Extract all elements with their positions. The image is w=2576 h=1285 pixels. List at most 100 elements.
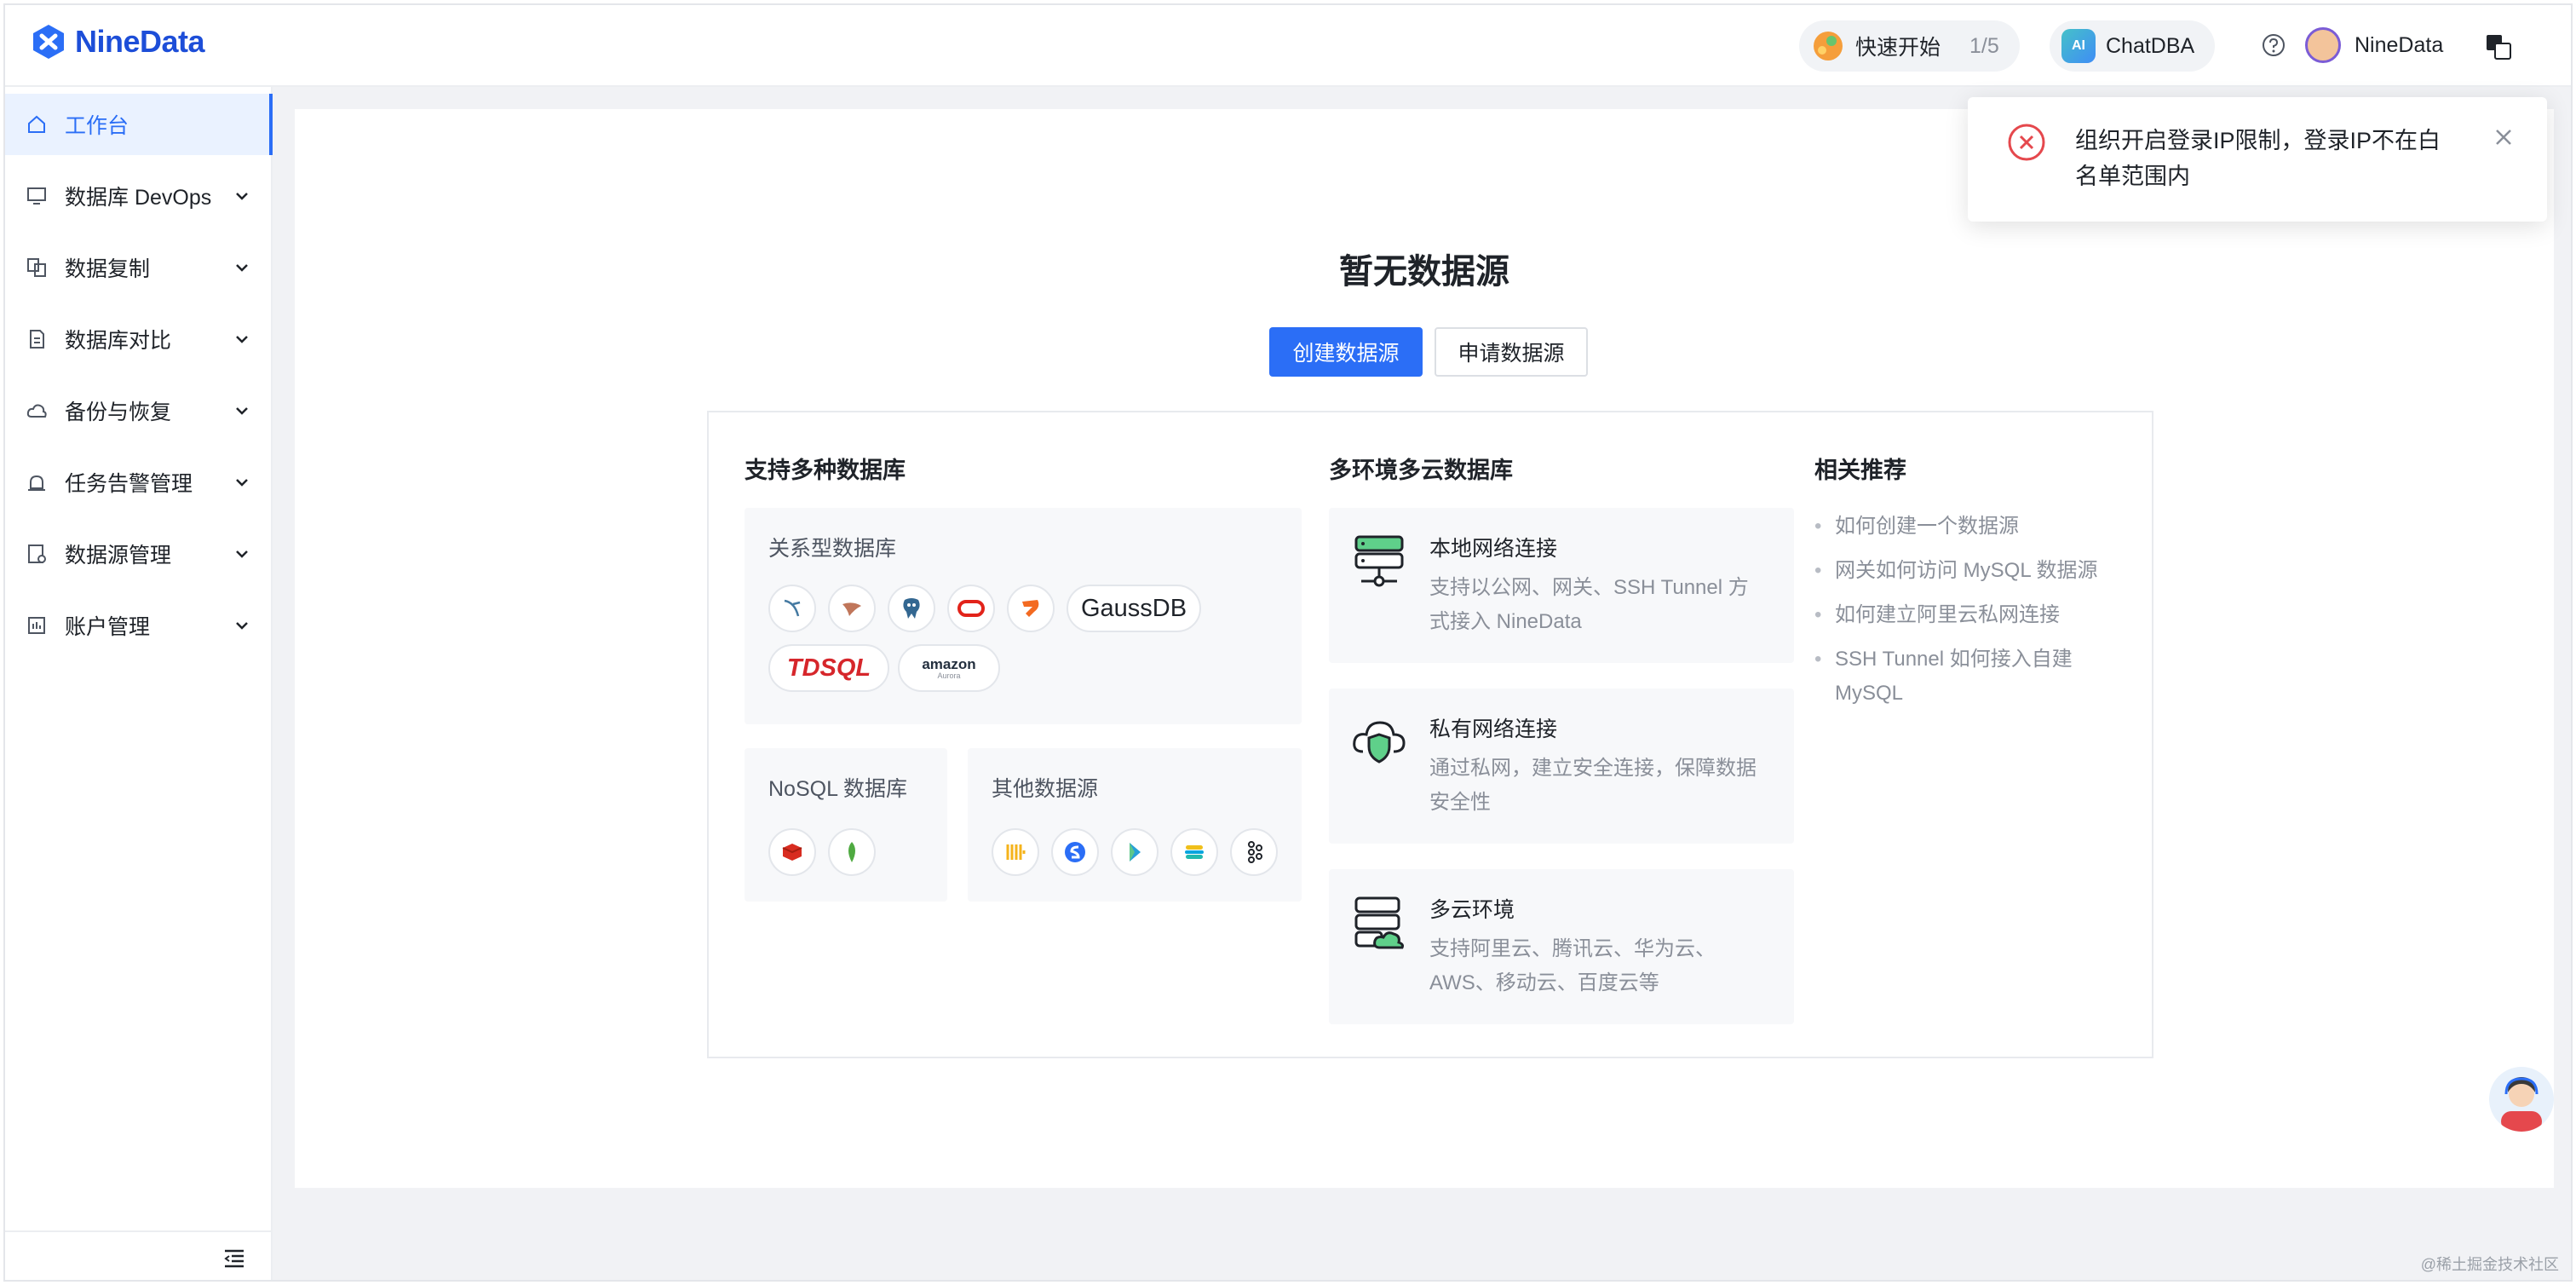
feature-title: 本地网络连接 (1429, 537, 1558, 561)
feature-desc-line: 支持阿里云、腾讯云、华为云、 (1429, 937, 1716, 960)
selectdb-icon[interactable] (1051, 828, 1099, 876)
feature-multi-cloud: 多云环境 支持阿里云、腾讯云、华为云、 AWS、移动云、百度云等 (1329, 869, 1794, 1024)
tdsql-badge[interactable]: TDSQL (768, 644, 889, 692)
main-content: 暂无数据源 创建数据源 申请数据源 支持多种数据库 关系型数据库 GaussDB… (295, 109, 2554, 1188)
help-icon[interactable] (2261, 32, 2286, 58)
sidebar-item-label: 数据库 DevOps (65, 186, 212, 210)
recommend-link[interactable]: SSH Tunnel 如何接入自建 MySQL (1814, 642, 2073, 711)
chevron-down-icon (236, 264, 248, 272)
mongodb-icon[interactable] (828, 828, 876, 876)
recommend-title: 相关推荐 (1814, 458, 1906, 483)
recommend-link[interactable]: 如何创建一个数据源 (1814, 510, 2019, 544)
sidebar: 工作台 数据库 DevOps 数据复制 数据库对比 备份与恢复 任务告警管理 数… (5, 87, 273, 1280)
feature-local-network: 本地网络连接 支持以公网、网关、SSH Tunnel 方 式接入 NineDat… (1329, 508, 1794, 663)
monitor-icon (27, 187, 46, 205)
recommend-link-line: 如何建立阿里云私网连接 (1835, 603, 2060, 626)
sidebar-item-label: 任务告警管理 (65, 472, 193, 496)
sidebar-item-devops[interactable]: 数据库 DevOps (5, 165, 273, 227)
sidebar-item-workbench[interactable]: 工作台 (5, 94, 273, 155)
mysql-icon[interactable] (768, 585, 816, 632)
gaussdb-badge[interactable]: GaussDB (1067, 585, 1201, 632)
feature-title: 多云环境 (1429, 898, 1515, 922)
mariadb-icon[interactable] (828, 585, 876, 632)
watermark: @稀土掘金技术社区 (2420, 1256, 2559, 1273)
app-window: NineData 快速开始 1/5 AI ChatDBA NineData 工作… (3, 3, 2573, 1282)
user-name: NineData (2355, 32, 2444, 57)
elasticsearch-icon[interactable] (1170, 828, 1218, 876)
apply-datasource-button[interactable]: 申请数据源 (1435, 327, 1588, 377)
relational-db-label: 关系型数据库 (768, 537, 897, 561)
recommend-link-line: 网关如何访问 MySQL 数据源 (1835, 559, 2098, 582)
empty-state-title: 暂无数据源 (1339, 253, 1509, 291)
kafka-icon[interactable] (1230, 828, 1278, 876)
account-icon (28, 617, 45, 634)
sidebar-item-datasource[interactable]: 数据源管理 (5, 523, 273, 585)
clickhouse-icon[interactable] (992, 828, 1039, 876)
feature-desc-line: AWS、移动云、百度云等 (1429, 971, 1659, 994)
recommend-link-line: MySQL (1835, 682, 1904, 705)
amazon-aurora-badge[interactable]: amazon Aurora (898, 644, 1000, 692)
redis-icon[interactable] (768, 828, 816, 876)
user-menu[interactable]: NineData (2305, 27, 2443, 63)
recommend-link-line: SSH Tunnel 如何接入自建 (1835, 648, 2073, 671)
error-icon (2008, 124, 2045, 161)
amazon-label: amazon (922, 655, 976, 672)
sidebar-item-label: 数据库对比 (65, 329, 172, 353)
nosql-db-label: NoSQL 数据库 (768, 777, 908, 801)
quickstart-label: 快速开始 (1855, 36, 1941, 60)
feature-desc-line: 安全性 (1429, 791, 1491, 814)
feature-private-network: 私有网络连接 通过私网，建立安全连接，保障数据 安全性 (1329, 689, 1794, 844)
language-switch-icon[interactable] (2484, 32, 2513, 61)
server-network-icon (1354, 535, 1404, 587)
sidebar-item-label: 备份与恢复 (65, 400, 172, 424)
copy-icon (27, 258, 46, 277)
toast-message-line: 名单范围内 (2075, 164, 2190, 189)
chevron-down-icon (236, 193, 248, 200)
home-icon (28, 115, 45, 133)
avatar (2305, 27, 2341, 63)
sidebar-item-alarm[interactable]: 任务告警管理 (5, 452, 273, 513)
intro-card: 支持多种数据库 关系型数据库 GaussDB TDSQL amazon Auro… (707, 411, 2153, 1058)
feature-desc-line: 支持以公网、网关、SSH Tunnel 方 (1429, 576, 1749, 599)
recommend-link[interactable]: 如何建立阿里云私网连接 (1814, 598, 2060, 632)
customer-support-button[interactable] (2489, 1067, 2554, 1132)
create-datasource-button[interactable]: 创建数据源 (1269, 327, 1423, 377)
chevron-down-icon (236, 550, 248, 558)
toast-message: 组织开启登录IP限制，登录IP不在白 名单范围内 (2075, 123, 2475, 194)
relational-db-box: 关系型数据库 GaussDB TDSQL amazon Aurora (745, 508, 1302, 724)
ai-icon: AI (2061, 29, 2096, 63)
collapse-sidebar-icon[interactable] (221, 1246, 247, 1271)
chevron-down-icon (236, 336, 248, 343)
feature-desc-line: 通过私网，建立安全连接，保障数据 (1429, 757, 1757, 780)
feature-desc-line: 式接入 NineData (1429, 610, 1582, 633)
top-header: NineData 快速开始 1/5 AI ChatDBA NineData (5, 5, 2571, 87)
sidebar-item-label: 账户管理 (65, 615, 151, 639)
sidebar-item-account[interactable]: 账户管理 (5, 595, 273, 656)
chevron-down-icon (236, 407, 248, 415)
multi-env-title: 多环境多云数据库 (1329, 458, 1513, 483)
other-datasource-label: 其他数据源 (992, 777, 1099, 801)
quickstart-button[interactable]: 快速开始 1/5 (1799, 20, 2020, 72)
other-datasource-box: 其他数据源 (968, 748, 1302, 902)
oracle-icon[interactable] (947, 585, 995, 632)
recommend-link[interactable]: 网关如何访问 MySQL 数据源 (1814, 554, 2098, 588)
support-agent-icon (2501, 1077, 2542, 1132)
sidebar-item-label: 工作台 (65, 114, 129, 138)
sidebar-item-backup[interactable]: 备份与恢复 (5, 380, 273, 441)
sidebar-footer (5, 1230, 273, 1280)
sidebar-item-compare[interactable]: 数据库对比 (5, 308, 273, 370)
chatdba-button[interactable]: AI ChatDBA (2050, 20, 2216, 72)
logo-text: NineData (75, 24, 205, 59)
datasource-icon (28, 545, 46, 563)
postgresql-icon[interactable] (888, 585, 935, 632)
logo[interactable]: NineData (29, 22, 205, 61)
oceanbase-icon[interactable] (1007, 585, 1055, 632)
sidebar-item-label: 数据复制 (65, 257, 151, 281)
doris-icon[interactable] (1111, 828, 1159, 876)
sidebar-item-replication[interactable]: 数据复制 (5, 237, 273, 298)
quickstart-progress: 1/5 (1969, 33, 1999, 58)
feature-desc: 支持阿里云、腾讯云、华为云、 AWS、移动云、百度云等 (1429, 932, 1716, 1000)
aurora-label: Aurora (937, 671, 961, 680)
compare-icon (30, 330, 44, 349)
close-icon[interactable] (2493, 126, 2515, 148)
